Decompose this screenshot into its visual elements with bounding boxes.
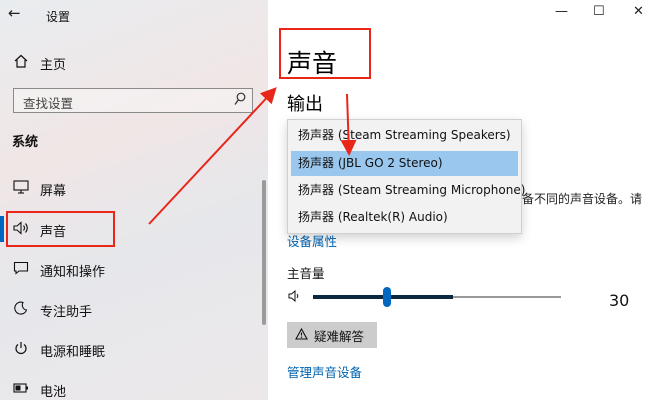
volume-slider-thumb[interactable]	[383, 287, 391, 307]
output-heading: 输出	[287, 94, 323, 115]
power-icon	[12, 339, 30, 357]
sidebar-item-notifications[interactable]: 通知和操作	[0, 251, 268, 287]
back-arrow-icon[interactable]: ←	[8, 4, 21, 22]
notification-icon	[12, 259, 30, 277]
manage-sound-devices-link[interactable]: 管理声音设备	[287, 362, 362, 381]
search-icon[interactable]	[234, 92, 246, 109]
minimize-icon[interactable]: —	[555, 4, 568, 19]
output-device-dropdown[interactable]: 扬声器 (Steam Streaming Speakers) 扬声器 (JBL …	[287, 119, 525, 234]
output-description: 备不同的声音设备。请	[522, 192, 643, 206]
dropdown-option-selected[interactable]: 扬声器 (JBL GO 2 Stereo)	[291, 151, 518, 176]
sidebar-item-focus-assist[interactable]: 专注助手	[0, 291, 268, 327]
volume-value: 30	[609, 291, 630, 310]
sidebar-item-home[interactable]: 主页	[0, 44, 268, 80]
search-placeholder: 查找设置	[23, 96, 74, 111]
troubleshoot-button[interactable]: 疑难解答	[287, 322, 377, 348]
sidebar-item-power-sleep[interactable]: 电源和睡眠	[0, 331, 268, 367]
sidebar-item-label: 专注助手	[40, 305, 93, 320]
settings-sidebar: ← 设置 主页 查找设置 系统 屏幕 声音 通知和操作 专注助手 电源和睡眠 电…	[0, 0, 268, 400]
dropdown-option[interactable]: 扬声器 (Steam Streaming Speakers)	[288, 123, 521, 148]
app-title: 设置	[46, 10, 71, 24]
moon-icon	[12, 299, 30, 317]
sidebar-item-label: 电源和睡眠	[40, 345, 106, 360]
annotation-box-title	[279, 28, 371, 79]
close-icon[interactable]: ✕	[633, 4, 644, 19]
master-volume-label: 主音量	[287, 266, 325, 281]
sidebar-item-label: 通知和操作	[40, 265, 106, 280]
sidebar-item-display[interactable]: 屏幕	[0, 170, 268, 206]
sidebar-item-label: 屏幕	[40, 184, 67, 199]
monitor-icon	[12, 178, 30, 196]
volume-icon[interactable]	[288, 289, 302, 306]
warning-icon	[295, 327, 308, 343]
sidebar-item-label: 电池	[40, 385, 67, 400]
troubleshoot-label: 疑难解答	[314, 328, 365, 344]
dropdown-option[interactable]: 扬声器 (Steam Streaming Microphone)	[288, 178, 525, 203]
home-icon	[12, 52, 30, 70]
sidebar-item-label: 主页	[40, 58, 67, 73]
annotation-box-sound	[6, 211, 115, 247]
search-input[interactable]: 查找设置	[13, 88, 253, 113]
sidebar-scrollbar[interactable]	[262, 180, 266, 325]
dropdown-option[interactable]: 扬声器 (Realtek(R) Audio)	[288, 205, 521, 230]
window-controls: — ☐ ✕	[547, 4, 667, 24]
maximize-icon[interactable]: ☐	[593, 4, 605, 19]
battery-icon	[12, 379, 30, 397]
sidebar-item-battery[interactable]: 电池	[0, 371, 268, 400]
section-title: 系统	[12, 135, 39, 150]
